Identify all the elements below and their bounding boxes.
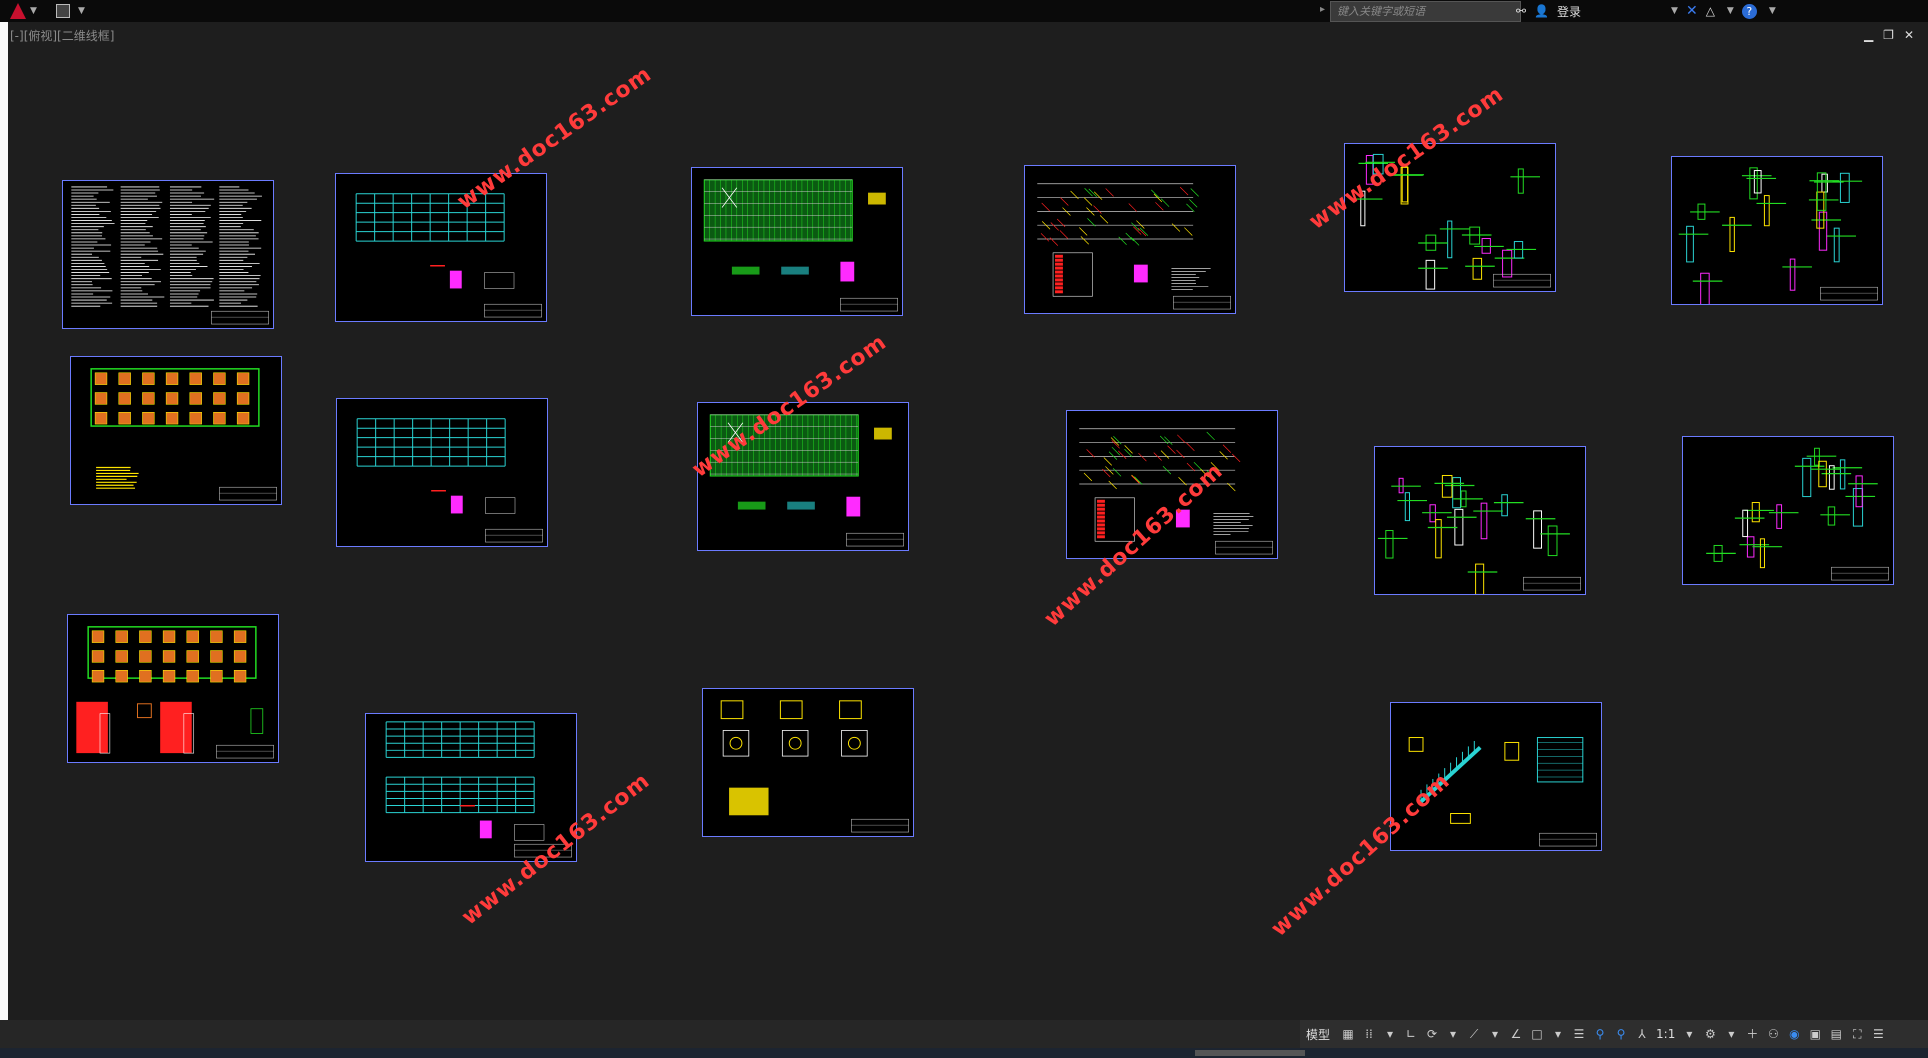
drawing-sheet[interactable] <box>1024 165 1236 314</box>
app-menu-button[interactable]: ▼ <box>4 1 44 21</box>
left-panel-edge <box>0 22 8 1024</box>
drawing-sheet[interactable] <box>1066 410 1278 559</box>
chevron-down-icon[interactable]: ▾ <box>1446 1027 1460 1041</box>
chevron-down-icon: ▼ <box>30 6 37 16</box>
square-icon[interactable]: □ <box>1530 1027 1544 1041</box>
drawing-sheet[interactable] <box>697 402 909 551</box>
bottom-strip <box>0 1048 1928 1058</box>
drawing-sheet[interactable] <box>1682 436 1894 585</box>
save-icon[interactable] <box>56 4 70 18</box>
title-bar: ▼ ▼ ▸ 键入关键字或短语 ⚯ 👤 登录 ▼ ✕ △ ▼ ? ▼ <box>0 0 1928 22</box>
drawing-sheet[interactable] <box>691 167 903 316</box>
workspace-icon[interactable]: ⅄ <box>1635 1027 1649 1041</box>
properties-icon[interactable]: ▤ <box>1829 1027 1843 1041</box>
drawing-sheet[interactable] <box>365 713 577 862</box>
model-tab[interactable]: 模型 <box>1306 1026 1330 1043</box>
binoculars-icon[interactable]: ⚯ <box>1516 4 1526 18</box>
isolate-icon[interactable]: ⚇ <box>1766 1027 1780 1041</box>
drawing-sheet[interactable] <box>336 398 548 547</box>
drawing-canvas[interactable]: www.doc163.com www.doc163.com www.doc163.c… <box>8 22 1928 1020</box>
watermark-text: www.doc163.com <box>452 61 657 215</box>
search-arrow-icon[interactable]: ▸ <box>1320 4 1325 15</box>
help-icon[interactable]: ? <box>1741 3 1757 19</box>
chevron-down-icon[interactable]: ▾ <box>1724 1027 1738 1041</box>
horizontal-scrollbar[interactable] <box>1195 1050 1305 1056</box>
fullscreen-icon[interactable]: ⛶ <box>1850 1027 1864 1041</box>
chevron-down-icon[interactable]: ▼ <box>1769 6 1776 16</box>
drawing-sheet[interactable] <box>70 356 282 505</box>
chevron-down-icon[interactable]: ▾ <box>1383 1027 1397 1041</box>
hardware-icon[interactable]: ◉ <box>1787 1027 1801 1041</box>
annotation-icon[interactable]: ⚲ <box>1593 1027 1607 1041</box>
watermark-text: www.doc163.com <box>1266 768 1456 942</box>
chevron-down-icon[interactable]: ▾ <box>1682 1027 1696 1041</box>
signin-button[interactable]: 登录 <box>1557 3 1581 20</box>
user-icon[interactable]: 👤 <box>1534 4 1549 18</box>
chevron-down-icon[interactable]: ▾ <box>1551 1027 1565 1041</box>
osnap-icon[interactable]: ⟋ <box>1467 1027 1481 1041</box>
polar-icon[interactable]: ⟳ <box>1425 1027 1439 1041</box>
quick-access-toolbar[interactable]: ▼ <box>56 1 92 21</box>
customize-icon[interactable]: ☰ <box>1871 1027 1885 1041</box>
status-toolbar: 模型 ▦ ⁞⁞ ▾ ∟ ⟳ ▾ ⟋ ▾ ∠ □ ▾ ☰ ⚲ ⚲ ⅄ 1:1 ▾ … <box>1300 1020 1928 1048</box>
drawing-sheet[interactable] <box>702 688 914 837</box>
chevron-down-icon[interactable]: ▼ <box>1671 6 1678 16</box>
lineweight-icon[interactable]: ☰ <box>1572 1027 1586 1041</box>
line-icon[interactable]: ∠ <box>1509 1027 1523 1041</box>
annotation-visibility-icon[interactable]: ⚲ <box>1614 1027 1628 1041</box>
drawing-sheet[interactable] <box>1390 702 1602 851</box>
exchange-icon[interactable]: ✕ <box>1686 3 1698 19</box>
app-logo-icon <box>10 3 26 19</box>
plus-icon[interactable]: ＋ <box>1745 1027 1759 1041</box>
search-input[interactable]: 键入关键字或短语 <box>1330 1 1521 22</box>
snap-icon[interactable]: ⁞⁞ <box>1362 1027 1376 1041</box>
drawing-sheet[interactable] <box>335 173 547 322</box>
chevron-down-icon: ▼ <box>78 6 85 16</box>
clean-screen-icon[interactable]: ▣ <box>1808 1027 1822 1041</box>
ortho-icon[interactable]: ∟ <box>1404 1027 1418 1041</box>
drawing-sheet[interactable] <box>67 614 279 763</box>
chevron-down-icon[interactable]: ▼ <box>1727 6 1734 16</box>
drawing-sheet[interactable] <box>62 180 274 329</box>
drawing-sheet[interactable] <box>1671 156 1883 305</box>
annotation-scale[interactable]: 1:1 <box>1656 1027 1675 1041</box>
a360-icon[interactable]: △ <box>1706 4 1715 18</box>
drawing-sheet[interactable] <box>1374 446 1586 595</box>
gear-icon[interactable]: ⚙ <box>1703 1027 1717 1041</box>
grid-icon[interactable]: ▦ <box>1341 1027 1355 1041</box>
chevron-down-icon[interactable]: ▾ <box>1488 1027 1502 1041</box>
